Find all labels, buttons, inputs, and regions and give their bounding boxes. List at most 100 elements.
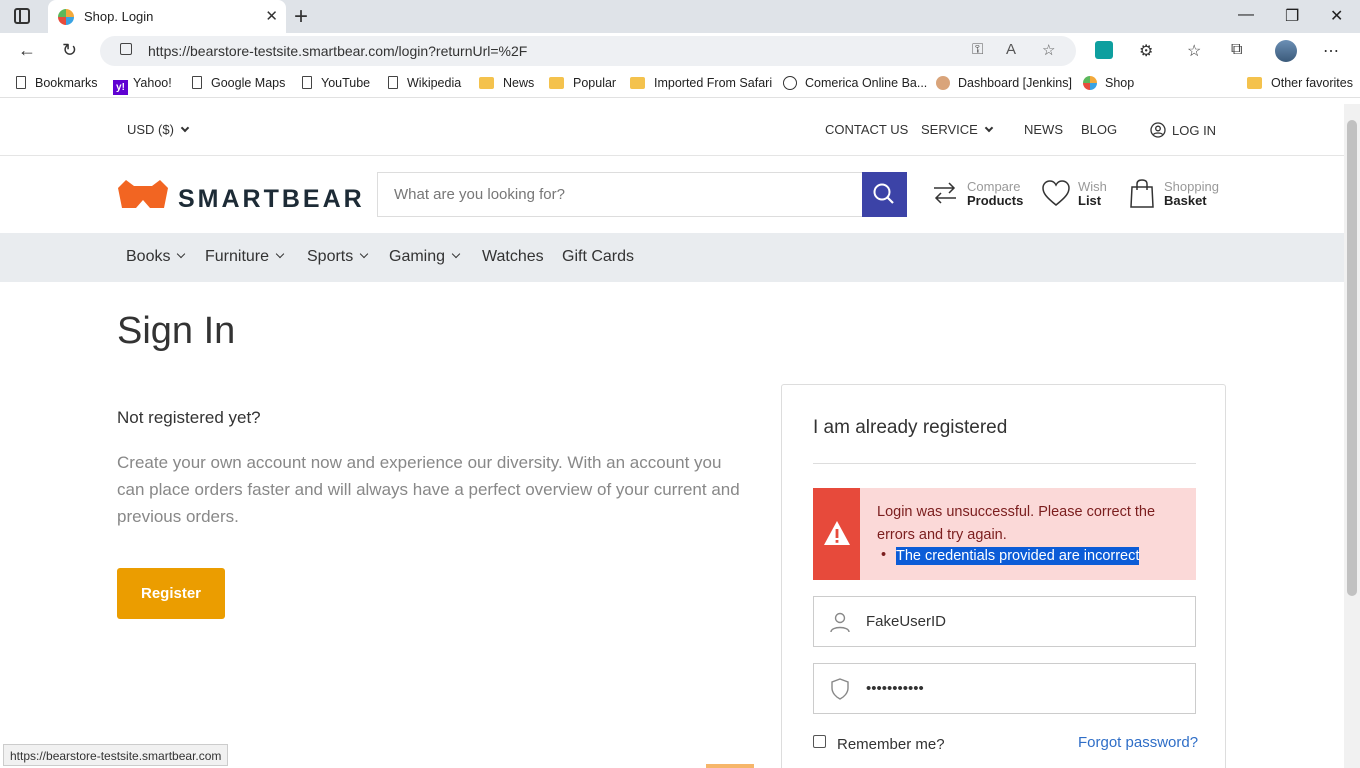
login-link[interactable]: LOG IN: [1150, 122, 1216, 138]
category-nav: Books Furniture Sports Gaming Watches Gi…: [0, 233, 1344, 282]
minimize-icon[interactable]: —: [1238, 6, 1254, 24]
compare-icon[interactable]: [930, 178, 960, 208]
new-tab-icon[interactable]: +: [294, 3, 308, 31]
chevron-down-icon: [180, 123, 190, 133]
error-alert: Login was unsuccessful. Please correct t…: [813, 488, 1196, 580]
extensions-icon[interactable]: ⚙: [1139, 41, 1153, 61]
chevron-down-icon: [360, 249, 369, 259]
extension-icon[interactable]: [1095, 41, 1113, 59]
folder-icon: [1247, 77, 1262, 89]
bookmark-item[interactable]: YouTube: [302, 76, 370, 90]
nav-item-sports[interactable]: Sports: [307, 248, 369, 266]
folder-icon: [549, 77, 564, 89]
status-bar-url: https://bearstore-testsite.smartbear.com: [3, 744, 229, 766]
page-content: USD ($) CONTACT US SERVICE NEWS BLOG LOG…: [0, 104, 1344, 768]
page-icon: [192, 76, 202, 89]
username-field[interactable]: [813, 596, 1196, 647]
chevron-down-icon: [451, 249, 461, 259]
error-message: Login was unsuccessful. Please correct t…: [877, 504, 1156, 543]
restore-icon[interactable]: ❐: [1285, 6, 1299, 26]
login-heading: I am already registered: [813, 417, 1008, 438]
shop-favicon-icon: [1083, 76, 1097, 90]
register-button[interactable]: Register: [117, 568, 225, 619]
read-aloud-icon[interactable]: A: [1006, 41, 1016, 58]
login-card: I am already registered Login was unsucc…: [781, 384, 1226, 768]
tab-actions-icon[interactable]: [14, 8, 30, 24]
user-icon: [830, 612, 850, 633]
divider: [813, 463, 1196, 464]
chevron-down-icon: [275, 249, 285, 259]
news-link[interactable]: NEWS: [1024, 122, 1063, 137]
currency-selector[interactable]: USD ($): [127, 122, 190, 137]
wish-list-link[interactable]: Wish List: [1078, 180, 1107, 208]
bookmark-folder[interactable]: Imported From Safari: [630, 76, 772, 90]
smartbear-logo-icon[interactable]: [116, 178, 170, 210]
remember-me-checkbox[interactable]: [813, 735, 826, 748]
scroll-thumb[interactable]: [1347, 120, 1357, 596]
search-box: [377, 172, 863, 217]
bookmark-folder[interactable]: News: [479, 76, 534, 90]
search-input[interactable]: [378, 173, 863, 216]
bookmarks-bar: Bookmarks y! Yahoo! Google Maps YouTube W…: [0, 70, 1360, 98]
close-tab-icon[interactable]: ✕: [265, 7, 278, 25]
page-icon: [302, 76, 312, 89]
profile-avatar[interactable]: [1275, 40, 1297, 62]
bookmark-item[interactable]: Dashboard [Jenkins]: [936, 76, 1072, 90]
nav-item-watches[interactable]: Watches: [482, 248, 544, 266]
chevron-down-icon: [177, 249, 186, 259]
refresh-icon[interactable]: ↻: [62, 40, 77, 61]
compare-products-link[interactable]: Compare Products: [967, 180, 1023, 208]
top-bar: USD ($) CONTACT US SERVICE NEWS BLOG LOG…: [0, 104, 1344, 156]
site-header: SMARTBEAR CompareProducts WishList Shopp…: [0, 156, 1344, 233]
bookmark-item[interactable]: Shop: [1083, 76, 1134, 90]
smartbear-logo[interactable]: SMARTBEAR: [178, 185, 365, 214]
more-icon[interactable]: ⋯: [1323, 41, 1339, 61]
register-description: Create your own account now and experien…: [117, 453, 740, 526]
search-button[interactable]: [862, 172, 907, 217]
key-icon[interactable]: ⚿: [972, 41, 983, 58]
forgot-password-link[interactable]: Forgot password?: [1078, 734, 1198, 751]
browser-tab[interactable]: Shop. Login ✕: [48, 0, 286, 33]
lock-icon[interactable]: [120, 43, 132, 55]
bookmark-folder[interactable]: Popular: [549, 76, 616, 90]
add-favorite-icon[interactable]: ☆: [1042, 41, 1055, 59]
other-favorites-folder[interactable]: Other favorites: [1247, 76, 1353, 90]
back-icon[interactable]: ←: [18, 40, 36, 61]
nav-item-gift-cards[interactable]: Gift Cards: [562, 248, 634, 266]
nav-item-furniture[interactable]: Furniture: [205, 248, 285, 266]
bookmark-item[interactable]: Comerica Online Ba...: [783, 76, 927, 90]
bookmark-item[interactable]: Google Maps: [192, 76, 285, 90]
bookmark-item[interactable]: Wikipedia: [388, 76, 461, 90]
password-input[interactable]: [866, 664, 1186, 713]
warning-icon: [824, 521, 850, 545]
error-detail: The credentials provided are incorrect: [896, 547, 1140, 565]
yahoo-icon: y!: [113, 80, 128, 95]
bookmark-item[interactable]: Bookmarks: [16, 76, 98, 90]
page-icon: [388, 76, 398, 89]
page-icon: [16, 76, 26, 89]
not-registered-heading: Not registered yet?: [117, 408, 261, 427]
bookmark-item[interactable]: y! Yahoo!: [113, 76, 172, 95]
password-field[interactable]: [813, 663, 1196, 714]
remember-me-label[interactable]: Remember me?: [837, 736, 945, 753]
shopping-bag-icon[interactable]: [1128, 178, 1156, 210]
address-bar[interactable]: https://bearstore-testsite.smartbear.com…: [100, 36, 1076, 66]
shopping-basket-link[interactable]: Shopping Basket: [1164, 180, 1219, 208]
favorites-icon[interactable]: ☆: [1187, 41, 1201, 61]
blog-link[interactable]: BLOG: [1081, 122, 1117, 137]
collections-icon[interactable]: ⧉: [1231, 41, 1242, 59]
nav-item-books[interactable]: Books: [126, 248, 186, 266]
close-window-icon[interactable]: ✕: [1330, 6, 1343, 26]
comerica-icon: [783, 76, 797, 90]
folder-icon: [630, 77, 645, 89]
chevron-down-icon: [984, 123, 994, 133]
jenkins-icon: [936, 76, 950, 90]
url-text[interactable]: https://bearstore-testsite.smartbear.com…: [148, 43, 527, 59]
nav-item-gaming[interactable]: Gaming: [389, 248, 461, 266]
heart-icon[interactable]: [1040, 178, 1072, 208]
contact-us-link[interactable]: CONTACT US: [825, 122, 908, 137]
username-input[interactable]: [866, 597, 1186, 646]
service-menu[interactable]: SERVICE: [921, 122, 994, 137]
scrollbar[interactable]: [1344, 104, 1360, 768]
alert-side: [813, 488, 860, 580]
